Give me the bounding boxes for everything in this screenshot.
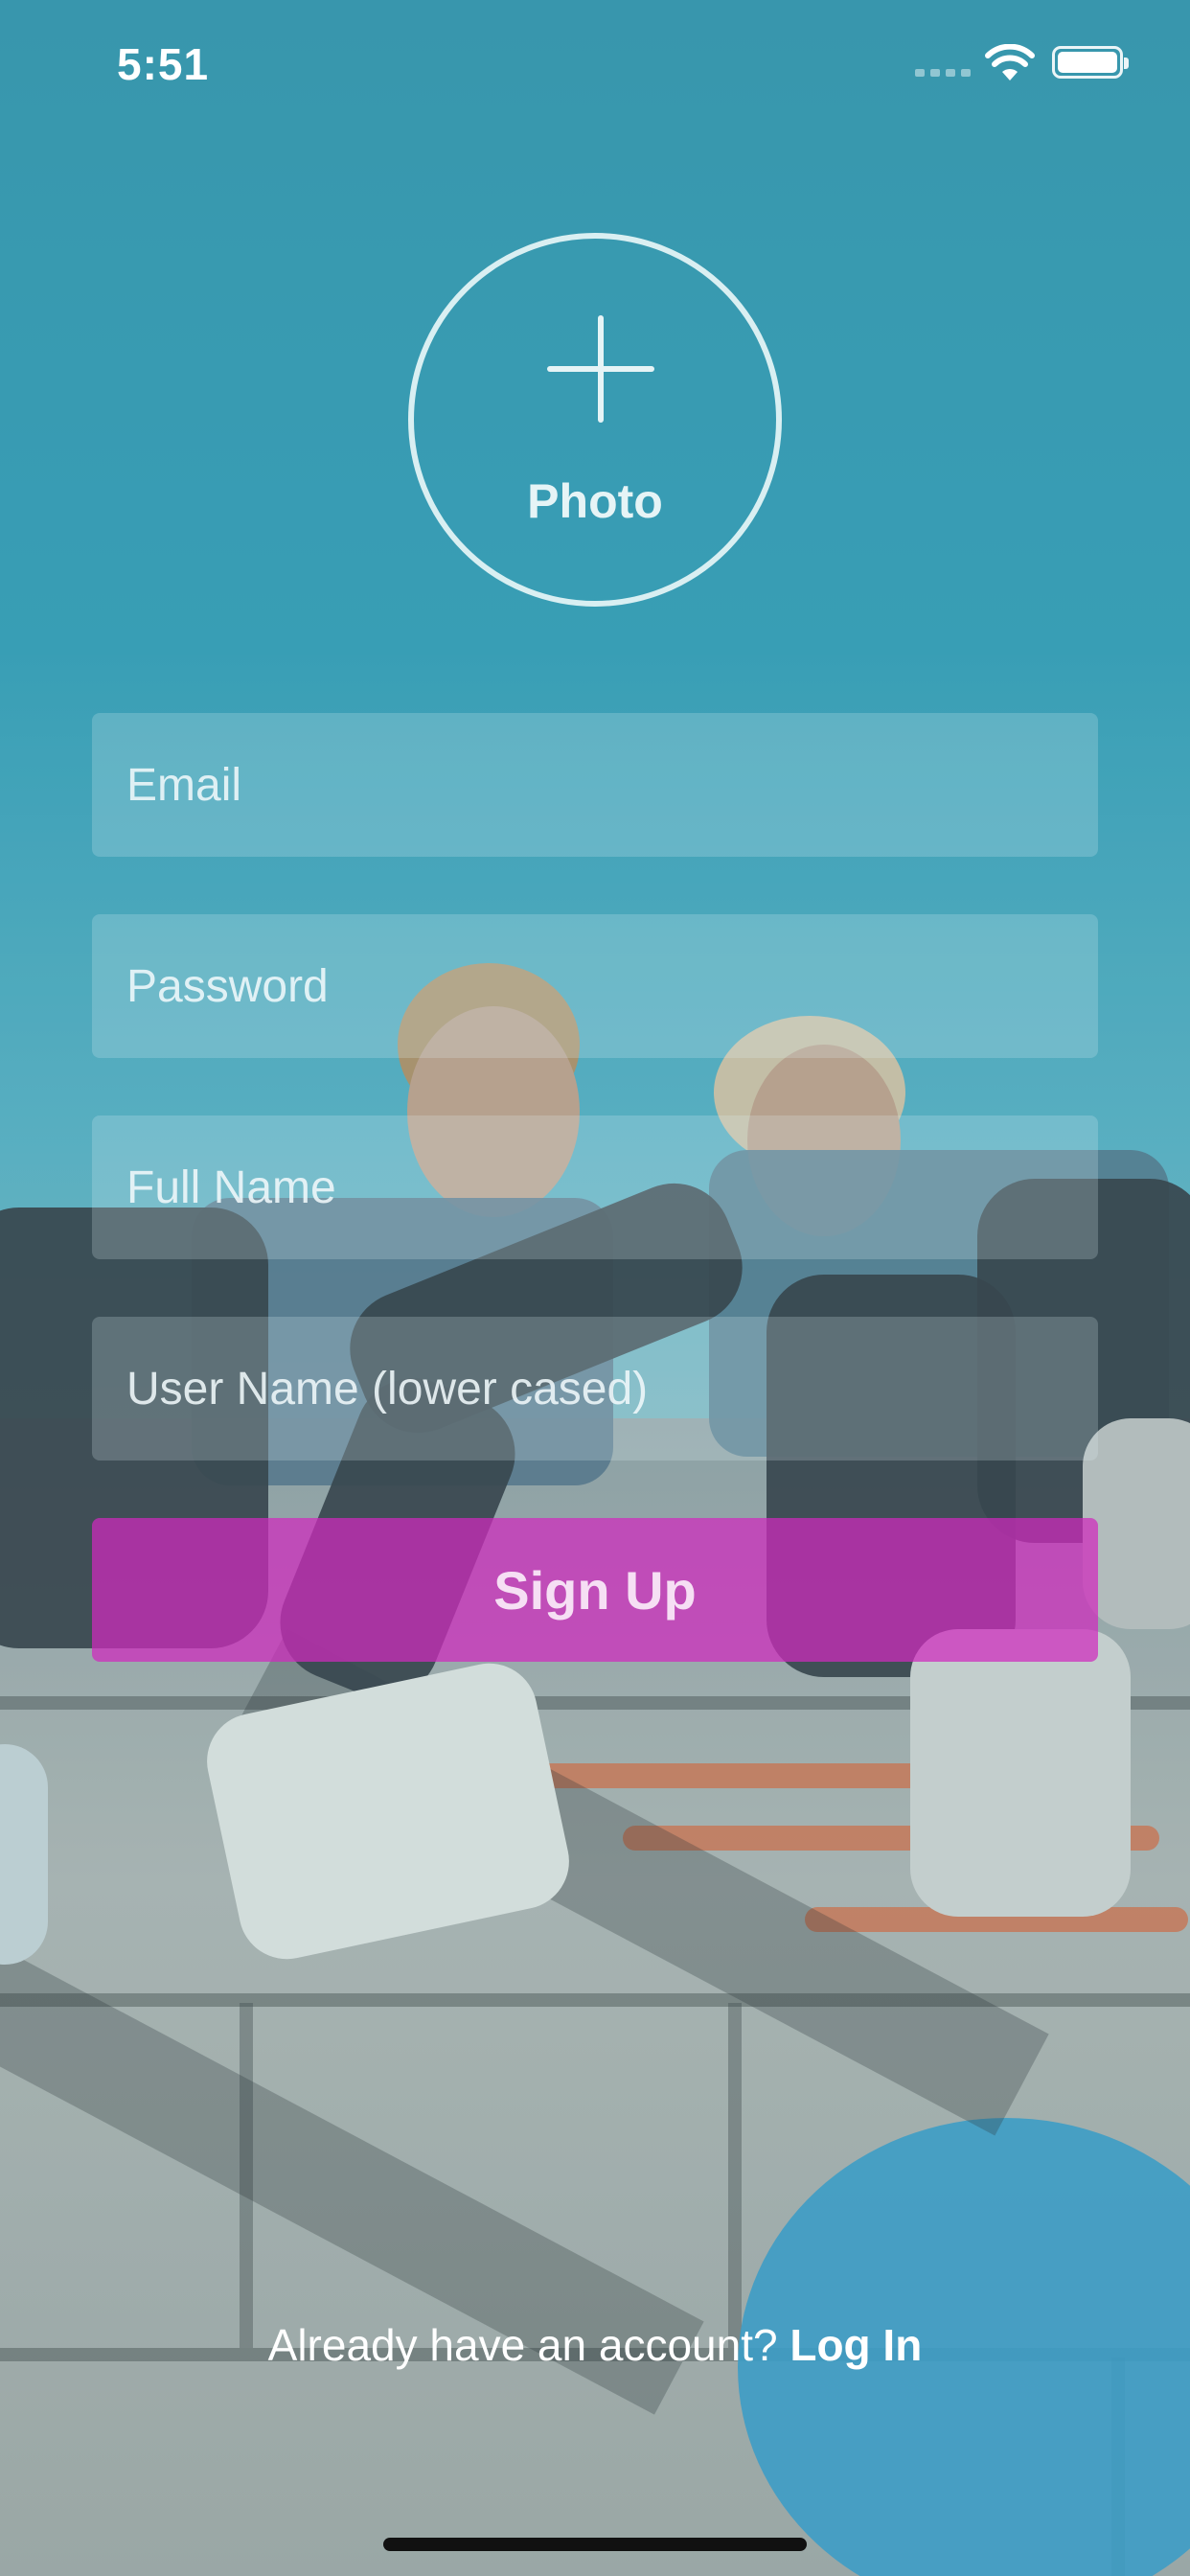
log-in-link[interactable]: Log In <box>790 2320 922 2370</box>
cellular-signal-icon <box>915 69 971 77</box>
password-field[interactable] <box>92 914 1098 1058</box>
email-field[interactable] <box>92 713 1098 857</box>
login-prompt-text: Already have an account? <box>267 2320 790 2370</box>
sign-up-button[interactable]: Sign Up <box>92 1518 1098 1662</box>
photo-label: Photo <box>527 474 663 528</box>
status-time: 5:51 <box>117 39 210 89</box>
home-indicator[interactable] <box>383 2538 807 2551</box>
full-name-field[interactable] <box>92 1116 1098 1259</box>
login-prompt: Already have an account? Log In <box>0 2319 1190 2371</box>
battery-icon <box>1052 46 1129 79</box>
add-photo-button[interactable]: Photo <box>408 233 782 607</box>
wifi-icon <box>985 44 1035 80</box>
username-field[interactable] <box>92 1317 1098 1460</box>
plus-icon <box>547 315 654 423</box>
